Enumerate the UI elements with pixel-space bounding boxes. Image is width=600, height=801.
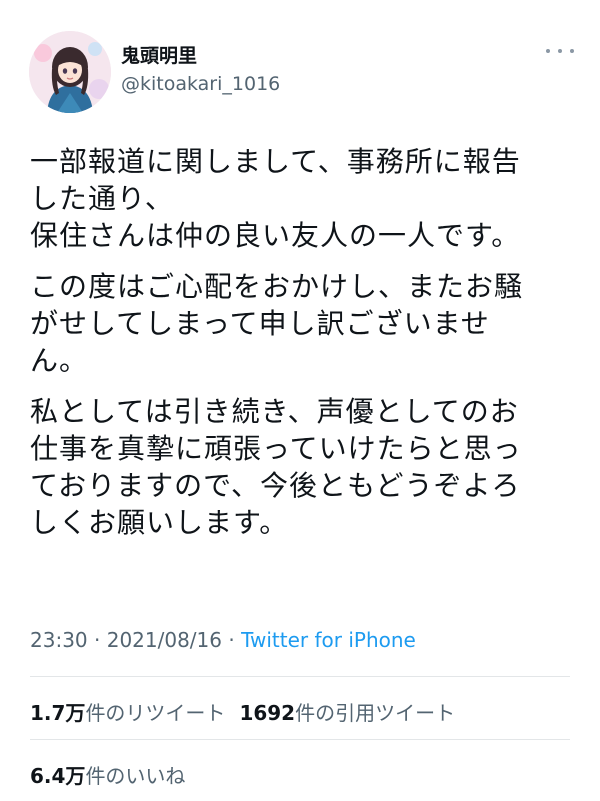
quotes-count: 1692 [239,701,296,725]
text-line: 一部報道に関しまして、事務所に報告 [30,145,521,178]
quotes-label: 件の引用ツイート [295,701,456,725]
avatar-illustration [29,31,111,113]
quotes-stat[interactable]: 1692件の引用ツイート [239,701,455,725]
avatar[interactable] [29,31,111,113]
likes-label: 件のいいね [85,764,186,788]
dot [546,49,550,53]
user-handle[interactable]: @kitoakari_1016 [121,72,280,96]
text-line: しくお願いします。 [30,506,289,539]
tweet-header: 鬼頭明里 @kitoakari_1016 [29,31,574,113]
more-horizontal-icon[interactable] [546,41,574,61]
text-line: この度はご心配をおかけし、またお騒 [30,270,524,303]
likes-count: 6.4万 [30,764,86,788]
text-line: ん。 [30,344,89,377]
meta-separator: · [228,628,235,652]
tweet-meta: 23:30 · 2021/08/16 · Twitter for iPhone [30,628,416,652]
text-line: 保住さんは仲の良い友人の一人です。 [30,219,521,252]
tweet-date[interactable]: 2021/08/16 [107,628,222,652]
tweet-source-link[interactable]: Twitter for iPhone [241,628,416,652]
tweet-card: 鬼頭明里 @kitoakari_1016 一部報道に関しまして、事務所に報告 し… [0,0,600,801]
divider [30,676,570,677]
divider [30,739,570,740]
tweet-paragraph: この度はご心配をおかけし、またお騒 がせしてしまって申し訳ございませ ん。 [30,268,570,379]
dot [558,49,562,53]
text-line: がせしてしまって申し訳ございませ [30,307,490,340]
text-line: した通り、 [30,182,174,215]
author-block: 鬼頭明里 @kitoakari_1016 [121,44,280,96]
retweets-stat[interactable]: 1.7万件のリツイート [30,701,225,725]
likes-stats-row: 6.4万件のいいね [30,760,185,789]
meta-separator: · [94,628,101,652]
retweets-label: 件のリツイート [85,701,226,725]
retweets-count: 1.7万 [30,701,86,725]
retweet-stats-row: 1.7万件のリツイート 1692件の引用ツイート [30,697,455,726]
tweet-paragraph: 一部報道に関しまして、事務所に報告 した通り、 保住さんは仲の良い友人の一人です… [30,143,570,254]
text-line: ておりますので、今後ともどうぞよろ [30,469,521,502]
text-line: 仕事を真摯に頑張っていけたらと思っ [30,432,522,465]
tweet-paragraph: 私としては引き続き、声優としてのお 仕事を真摯に頑張っていけたらと思っ ておりま… [30,393,570,541]
display-name[interactable]: 鬼頭明里 [121,44,280,68]
dot [570,49,574,53]
likes-stat[interactable]: 6.4万件のいいね [30,764,185,788]
tweet-text: 一部報道に関しまして、事務所に報告 した通り、 保住さんは仲の良い友人の一人です… [30,143,570,555]
text-line: 私としては引き続き、声優としてのお [30,395,519,428]
tweet-time[interactable]: 23:30 [30,628,88,652]
